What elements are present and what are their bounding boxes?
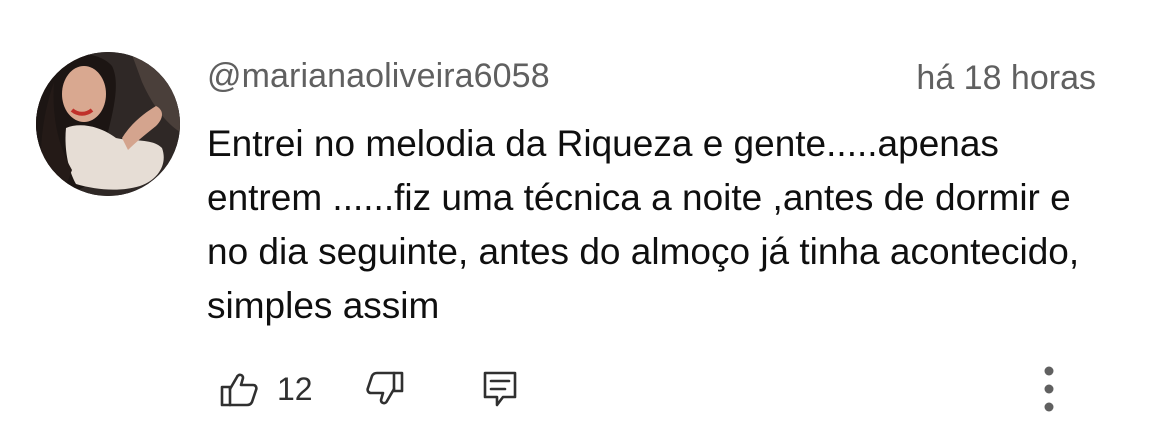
avatar-image <box>36 52 180 196</box>
comment-author[interactable]: @marianaoliveira6058 <box>207 56 550 96</box>
comment-card: @marianaoliveira6058 há 18 horas Entrei … <box>0 0 1170 447</box>
avatar[interactable] <box>36 52 180 196</box>
like-button[interactable]: 12 <box>219 360 313 418</box>
comment-text: Entrei no melodia da Riqueza e gente....… <box>207 123 1080 326</box>
comment-timestamp[interactable]: há 18 horas <box>916 58 1096 98</box>
more-options-button[interactable] <box>1037 360 1061 418</box>
thumb-up-icon <box>219 369 259 409</box>
thumb-down-icon <box>365 369 405 409</box>
reply-button[interactable] <box>481 360 519 418</box>
like-count: 12 <box>277 371 313 407</box>
more-vertical-icon <box>1043 364 1055 414</box>
dislike-button[interactable] <box>365 360 405 418</box>
comment-reply-icon <box>481 369 519 409</box>
comment-actions: 12 <box>207 360 1067 418</box>
